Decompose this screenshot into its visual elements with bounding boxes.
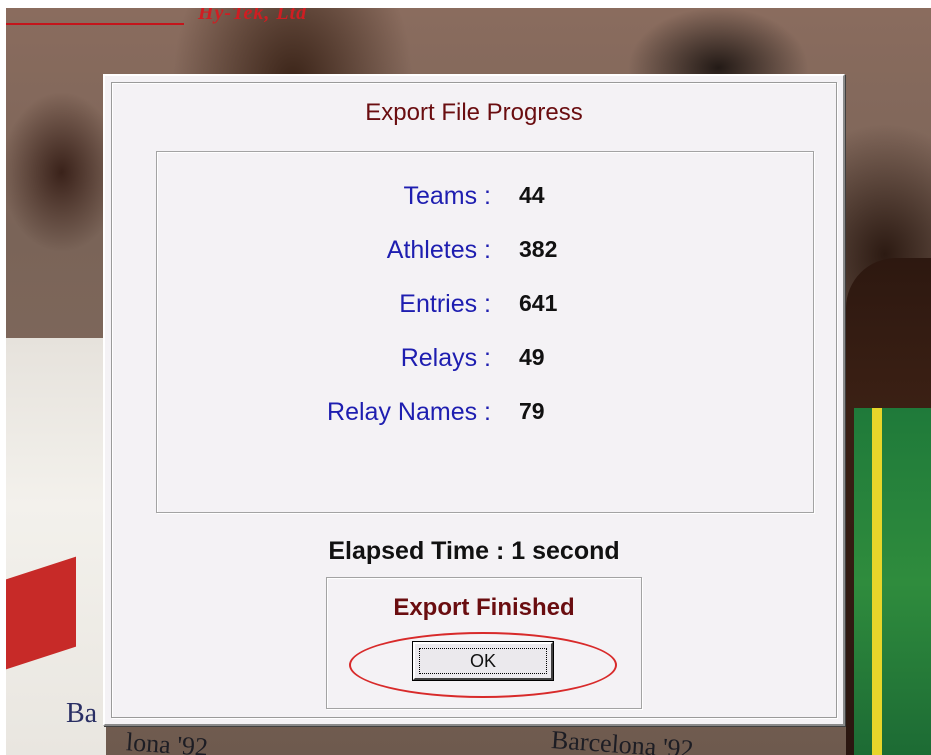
athlete-shirt-left <box>6 338 106 755</box>
bib-text-right: Barcelona '92 <box>550 725 695 755</box>
stat-value: 79 <box>519 398 545 424</box>
brand-text: Hy-Tek, Ltd <box>198 8 308 24</box>
stat-label: Relays : <box>400 344 491 372</box>
jersey-stripe <box>872 408 882 755</box>
elapsed-time: Elapsed Time : 1 second <box>328 537 620 565</box>
stats-panel: Teams : 44 Athletes : 382 Entries : 641 … <box>156 151 814 513</box>
stat-value: 382 <box>519 236 558 262</box>
stat-row-entries: Entries : 641 <box>157 290 813 320</box>
export-progress-dialog: Export File Progress Teams : 44 Athletes… <box>103 74 845 726</box>
athlete-jersey <box>854 408 931 755</box>
stat-row-teams: Teams : 44 <box>157 182 813 212</box>
dialog-title: Export File Progress <box>365 99 583 126</box>
dialog-frame: Export File Progress Teams : 44 Athletes… <box>111 82 837 718</box>
stat-row-relays: Relays : 49 <box>157 344 813 374</box>
ok-button[interactable]: OK <box>412 641 554 681</box>
stat-label: Relay Names : <box>327 398 491 426</box>
bib-text-left: lona '92 <box>125 727 209 755</box>
stat-value: 44 <box>519 182 545 208</box>
stat-label: Athletes : <box>386 236 491 264</box>
shirt-text: Ba <box>66 698 98 729</box>
stat-label: Teams : <box>403 182 491 210</box>
stat-row-relay-names: Relay Names : 79 <box>157 398 813 428</box>
export-finished-label: Export Finished <box>393 594 575 621</box>
stat-value: 49 <box>519 344 545 370</box>
stat-row-athletes: Athletes : 382 <box>157 236 813 266</box>
brand-rule <box>6 23 184 25</box>
ok-button-label: OK <box>419 648 547 674</box>
stat-value: 641 <box>519 290 558 316</box>
stat-label: Entries : <box>399 290 491 318</box>
finish-panel: Export Finished OK <box>326 577 642 709</box>
